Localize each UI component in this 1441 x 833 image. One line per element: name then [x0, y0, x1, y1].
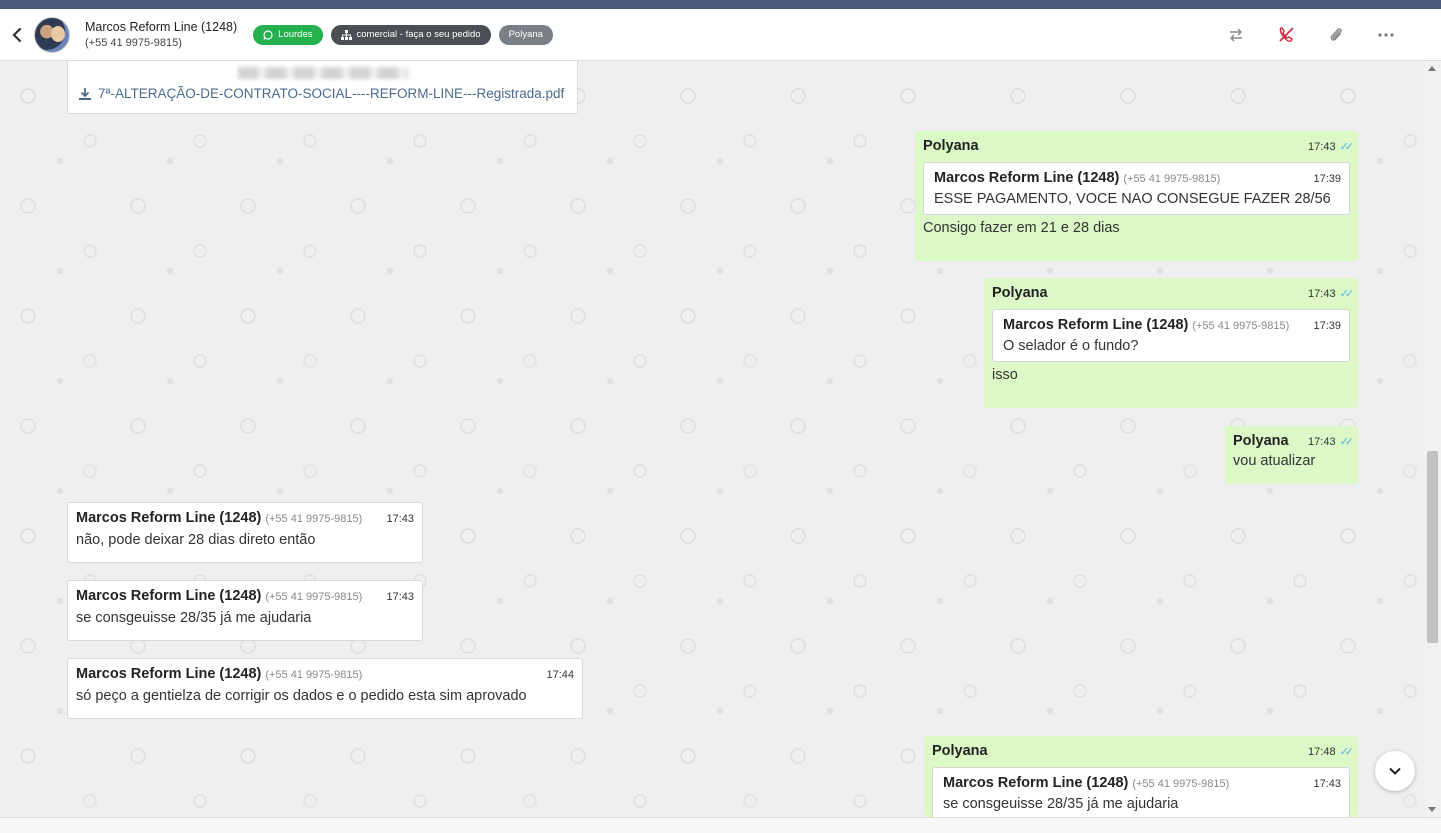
blurred-preview [238, 67, 408, 79]
contact-info[interactable]: Marcos Reform Line (1248) (+55 41 9975-9… [85, 19, 237, 51]
message-sender: Marcos Reform Line (1248) [76, 510, 262, 526]
scroll-down-arrow-icon[interactable] [1428, 807, 1436, 812]
file-name: 7ª-ALTERAÇÃO-DE-CONTRATO-SOCIAL----REFOR… [98, 86, 565, 101]
message-sender: Polyana [932, 743, 988, 759]
quoted-message[interactable]: Marcos Reform Line (1248) (+55 41 9975-98… [932, 767, 1350, 817]
tag-label: Lourdes [278, 29, 313, 40]
quote-text: ESSE PAGAMENTO, VOCE NAO CONSEGUE FAZER … [934, 191, 1331, 207]
read-ticks-icon: ✓✓ [1339, 746, 1355, 758]
end-call-icon [1279, 27, 1294, 42]
message-incoming: Marcos Reform Line (1248) (+55 41 9975-98… [67, 580, 423, 641]
more-options-button[interactable] [1361, 9, 1411, 61]
message-sender: Marcos Reform Line (1248) [76, 666, 262, 682]
chat-header: Marcos Reform Line (1248) (+55 41 9975-9… [0, 9, 1441, 61]
file-message: 7ª-ALTERAÇÃO-DE-CONTRATO-SOCIAL----REFOR… [67, 61, 578, 114]
composer-area[interactable] [0, 817, 1441, 833]
tag-department[interactable]: comercial - faça o seu pedido [330, 24, 491, 45]
quote-sender: Marcos Reform Line (1248) [943, 775, 1129, 791]
scroll-to-bottom-button[interactable] [1375, 751, 1415, 791]
scrollbar-thumb[interactable] [1427, 451, 1438, 643]
message-outgoing: Polyana 17:48 ✓✓ Marcos Reform Line (1248… [924, 736, 1358, 817]
message-time: 17:43 [1308, 141, 1336, 153]
quote-phone: (+55 41 9975-9815) [1192, 320, 1290, 332]
message-time: 17:43 [386, 591, 414, 603]
message-time: 17:43 [1308, 436, 1336, 448]
message-text: vou atualizar [1233, 453, 1316, 469]
file-download-link[interactable]: 7ª-ALTERAÇÃO-DE-CONTRATO-SOCIAL----REFOR… [78, 86, 564, 101]
message-incoming: Marcos Reform Line (1248) (+55 41 9975-98… [67, 502, 423, 563]
whatsapp-icon [263, 29, 273, 40]
chevron-down-icon [1389, 767, 1401, 775]
quote-phone: (+55 41 9975-9815) [1123, 173, 1221, 185]
message-incoming: Marcos Reform Line (1248) (+55 41 9975-98… [67, 658, 583, 719]
quoted-message[interactable]: Marcos Reform Line (1248) (+55 41 9975-98… [923, 162, 1350, 215]
attach-button[interactable] [1311, 9, 1361, 61]
transfer-icon [1230, 28, 1242, 42]
contact-phone: (+55 41 9975-9815) [85, 36, 182, 49]
quote-time: 17:43 [1313, 778, 1341, 790]
quote-time: 17:39 [1313, 173, 1341, 185]
message-outgoing: Polyana 17:43 ✓✓ Marcos Reform Line (1248… [984, 278, 1358, 408]
message-text: só peço a gentielza de corrigir os dados… [76, 688, 527, 704]
quote-text: se consgeuisse 28/35 já me ajudaria [943, 796, 1179, 812]
contact-name: Marcos Reform Line (1248) [85, 19, 238, 34]
chat-scrollbar[interactable] [1424, 61, 1441, 817]
tag-polyana[interactable]: Polyana [498, 24, 553, 45]
more-icon [1378, 33, 1394, 37]
attach-icon [1330, 28, 1342, 41]
download-icon [79, 87, 91, 100]
message-outgoing: Polyana 17:43 ✓✓ Marcos Reform Line (1248… [915, 131, 1358, 261]
sender-phone: (+55 41 9975-9815) [265, 513, 363, 525]
message-time: 17:43 [386, 513, 414, 525]
message-text: Consigo fazer em 21 e 28 dias [923, 220, 1120, 236]
message-sender: Polyana [923, 138, 979, 154]
message-text: isso [992, 367, 1018, 383]
quote-time: 17:39 [1313, 320, 1341, 332]
quote-text: O selador é o fundo? [1003, 338, 1139, 354]
avatar[interactable] [34, 16, 70, 53]
header-actions [1211, 9, 1411, 61]
tag-lourdes[interactable]: Lourdes [253, 24, 323, 45]
read-ticks-icon: ✓✓ [1339, 288, 1355, 300]
message-outgoing: Polyana 17:43 ✓✓ vou atualizar [1225, 426, 1358, 484]
message-time: 17:48 [1308, 746, 1336, 758]
window-top-strip [0, 0, 1441, 9]
read-ticks-icon: ✓✓ [1339, 141, 1355, 153]
message-text: não, pode deixar 28 dias direto então [76, 532, 316, 548]
sender-phone: (+55 41 9975-9815) [265, 591, 363, 603]
message-text: se consgeuisse 28/35 já me ajudaria [76, 610, 312, 626]
org-chart-icon [340, 29, 352, 40]
chevron-left-icon [12, 27, 22, 42]
transfer-button[interactable] [1211, 9, 1261, 61]
quote-sender: Marcos Reform Line (1248) [1003, 317, 1189, 333]
message-sender: Polyana [1233, 433, 1289, 449]
quoted-message[interactable]: Marcos Reform Line (1248) (+55 41 9975-98… [992, 309, 1350, 362]
message-time: 17:43 [1308, 288, 1336, 300]
end-call-button[interactable] [1261, 9, 1311, 61]
message-sender: Polyana [992, 285, 1048, 301]
sender-phone: (+55 41 9975-9815) [265, 669, 363, 681]
quote-phone: (+55 41 9975-9815) [1132, 778, 1230, 790]
message-sender: Marcos Reform Line (1248) [76, 588, 262, 604]
tag-label: comercial - faça o seu pedido [356, 29, 481, 40]
message-time: 17:44 [546, 669, 574, 681]
tag-label: Polyana [508, 29, 543, 40]
back-button[interactable] [0, 9, 34, 61]
quote-sender: Marcos Reform Line (1248) [934, 170, 1120, 186]
read-ticks-icon: ✓✓ [1339, 436, 1355, 448]
scroll-up-arrow-icon[interactable] [1428, 66, 1436, 71]
